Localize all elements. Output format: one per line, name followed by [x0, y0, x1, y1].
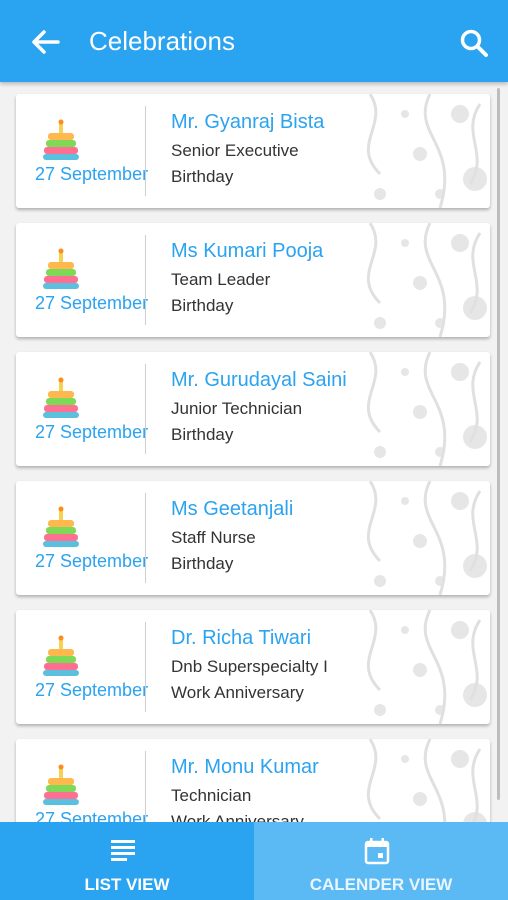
event-type: Birthday	[171, 554, 234, 573]
scrollbar[interactable]	[497, 88, 500, 800]
birthday-cake-icon	[43, 506, 79, 547]
tab-list-view-label: LIST VIEW	[84, 875, 170, 894]
birthday-cake-icon	[43, 377, 79, 418]
event-type: Birthday	[171, 425, 234, 444]
employee-role: Technician	[171, 786, 252, 805]
divider	[145, 106, 146, 196]
celebration-card[interactable]: 27 September Mr. Gyanraj Bista Senior Ex…	[16, 94, 490, 208]
celebration-card[interactable]: 27 September Dr. Richa Tiwari Dnb Supers…	[16, 610, 490, 724]
celebration-date: 27 September	[35, 293, 149, 313]
birthday-cake-icon	[43, 119, 79, 160]
divider	[145, 622, 146, 712]
calendar-icon	[364, 838, 390, 865]
employee-role: Junior Technician	[171, 399, 303, 418]
celebration-card[interactable]: 27 September Ms Kumari Pooja Team Leader…	[16, 223, 490, 337]
birthday-cake-icon	[43, 248, 79, 289]
employee-name: Mr. Monu Kumar	[171, 756, 319, 778]
tab-calendar-view-label: CALENDER VIEW	[309, 875, 453, 894]
employee-role: Team Leader	[171, 270, 271, 289]
bottom-navigation: LIST VIEW CALENDER VIEW	[0, 822, 508, 900]
divider	[145, 364, 146, 454]
tab-calendar-view[interactable]: CALENDER VIEW	[254, 822, 508, 900]
employee-role: Dnb Superspecialty I	[171, 657, 328, 676]
event-type: Birthday	[171, 296, 234, 315]
confetti-background	[367, 739, 487, 822]
employee-role: Senior Executive	[171, 141, 299, 160]
employee-name: Ms Kumari Pooja	[171, 240, 324, 262]
celebration-date: 27 September	[35, 422, 149, 442]
celebration-date: 27 September	[35, 809, 149, 822]
event-type: Birthday	[171, 167, 234, 186]
celebration-card[interactable]: 27 September Mr. Gurudayal Saini Junior …	[16, 352, 490, 466]
employee-name: Mr. Gurudayal Saini	[171, 369, 347, 391]
event-type: Work Anniversary	[171, 812, 304, 822]
celebration-date: 27 September	[35, 680, 149, 700]
list-icon	[111, 840, 135, 861]
employee-name: Dr. Richa Tiwari	[171, 627, 312, 649]
divider	[145, 751, 146, 822]
employee-role: Staff Nurse	[171, 528, 256, 547]
divider	[145, 235, 146, 325]
confetti-background	[367, 481, 487, 595]
employee-name: Ms Geetanjali	[171, 498, 294, 520]
page-title: Celebrations	[89, 26, 235, 56]
celebration-card[interactable]: 27 September Mr. Monu Kumar Technician W…	[16, 739, 490, 822]
tab-list-view[interactable]: LIST VIEW	[0, 822, 254, 900]
event-type: Work Anniversary	[171, 683, 304, 702]
birthday-cake-icon	[43, 764, 79, 805]
divider	[145, 493, 146, 583]
birthday-cake-icon	[43, 635, 79, 676]
celebration-date: 27 September	[35, 551, 149, 571]
celebration-list[interactable]: 27 September Mr. Gyanraj Bista Senior Ex…	[0, 82, 508, 822]
celebration-card[interactable]: 27 September Ms Geetanjali Staff Nurse B…	[16, 481, 490, 595]
confetti-background	[367, 94, 487, 208]
confetti-background	[367, 610, 487, 724]
arrow-back-icon[interactable]	[30, 28, 62, 56]
confetti-background	[367, 223, 487, 337]
search-icon[interactable]	[458, 27, 490, 59]
celebration-date: 27 September	[35, 164, 149, 184]
app-bar: Celebrations	[0, 0, 508, 82]
employee-name: Mr. Gyanraj Bista	[171, 111, 325, 133]
